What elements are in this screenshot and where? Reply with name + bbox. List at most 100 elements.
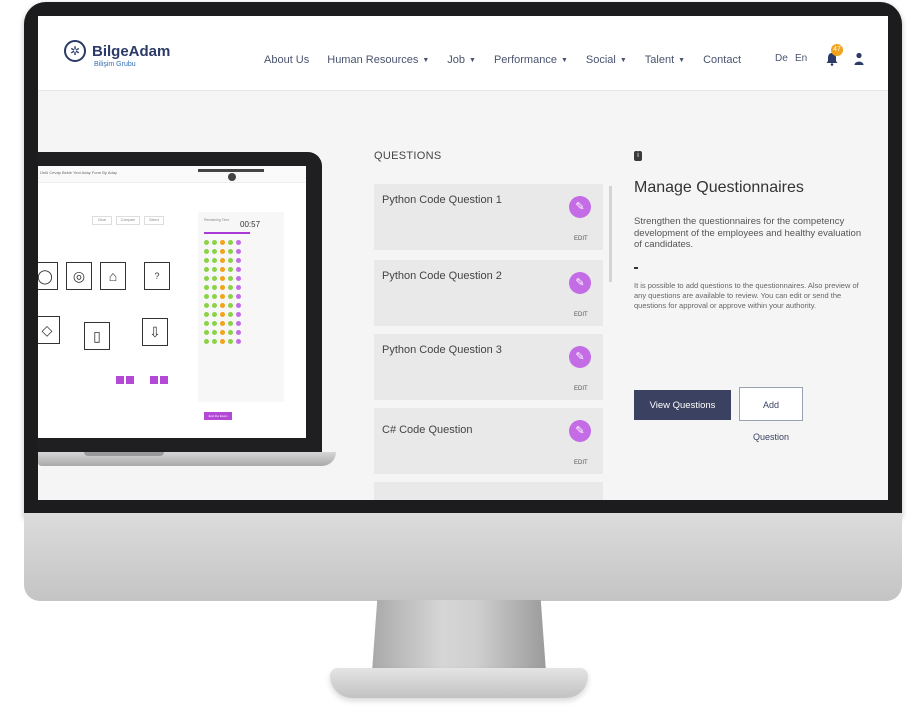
answer-dot[interactable] — [236, 330, 241, 335]
nav-item-talent[interactable]: Talent ▼ — [645, 54, 685, 66]
puzzle-shape[interactable]: ⌂ — [100, 262, 126, 290]
answer-dot[interactable] — [228, 240, 233, 245]
answer-dot[interactable] — [236, 321, 241, 326]
answer-dot[interactable] — [220, 303, 225, 308]
answer-dot[interactable] — [236, 285, 241, 290]
answer-dot[interactable] — [212, 339, 217, 344]
answer-dot[interactable] — [220, 285, 225, 290]
edit-icon[interactable]: ✎ — [569, 420, 591, 442]
lang-en-link[interactable]: En — [795, 53, 807, 64]
answer-dot[interactable] — [212, 321, 217, 326]
puzzle-question-box[interactable]: ? — [144, 262, 170, 290]
answer-dot[interactable] — [220, 276, 225, 281]
answer-dot[interactable] — [236, 240, 241, 245]
question-card[interactable] — [374, 482, 603, 500]
answer-dot[interactable] — [228, 330, 233, 335]
laptop-compare-button[interactable]: Compare — [116, 216, 140, 225]
answer-dot[interactable] — [228, 249, 233, 254]
next-page-button[interactable] — [160, 376, 168, 384]
answer-dot[interactable] — [204, 276, 209, 281]
edit-icon[interactable]: ✎ — [569, 196, 591, 218]
answer-dot[interactable] — [236, 303, 241, 308]
answer-dot[interactable] — [212, 249, 217, 254]
answer-dot[interactable] — [220, 330, 225, 335]
answer-dot[interactable] — [212, 330, 217, 335]
answer-dot[interactable] — [212, 240, 217, 245]
edit-label[interactable]: EDIT — [574, 236, 588, 242]
answer-dot[interactable] — [204, 303, 209, 308]
question-card[interactable]: Python Code Question 2 ✎ EDIT — [374, 260, 603, 326]
puzzle-shape[interactable]: ⇩ — [142, 318, 168, 346]
answer-dot[interactable] — [220, 321, 225, 326]
next-button[interactable] — [150, 376, 158, 384]
answer-dot[interactable] — [228, 339, 233, 344]
question-card[interactable]: Python Code Question 1 ✎ EDIT — [374, 184, 603, 250]
edit-icon[interactable]: ✎ — [569, 346, 591, 368]
answer-dot[interactable] — [204, 258, 209, 263]
answer-dot[interactable] — [236, 267, 241, 272]
answer-dot[interactable] — [204, 330, 209, 335]
add-question-button[interactable]: Add Question — [739, 387, 803, 442]
answer-dot[interactable] — [212, 294, 217, 299]
laptop-clear-button[interactable]: Clear — [92, 216, 112, 225]
answer-dot[interactable] — [228, 321, 233, 326]
answer-dot[interactable] — [236, 339, 241, 344]
answer-dot[interactable] — [228, 285, 233, 290]
answer-dot[interactable] — [212, 312, 217, 317]
answer-dot[interactable] — [220, 249, 225, 254]
end-exam-button[interactable]: End the Exam — [204, 412, 232, 420]
answer-dot[interactable] — [204, 339, 209, 344]
answer-dot[interactable] — [204, 240, 209, 245]
question-card[interactable]: C# Code Question ✎ EDIT — [374, 408, 603, 474]
answer-dot[interactable] — [228, 258, 233, 263]
answer-dot[interactable] — [220, 258, 225, 263]
answer-dot[interactable] — [236, 294, 241, 299]
question-card[interactable]: Python Code Question 3 ✎ EDIT — [374, 334, 603, 400]
view-questions-button[interactable]: View Questions — [634, 390, 731, 420]
prev-page-button[interactable] — [116, 376, 124, 384]
answer-dot[interactable] — [204, 285, 209, 290]
nav-item-human-resources[interactable]: Human Resources ▼ — [327, 54, 429, 66]
answer-dot[interactable] — [212, 267, 217, 272]
nav-item-about-us[interactable]: About Us — [264, 54, 309, 66]
user-icon[interactable] — [854, 52, 864, 66]
edit-label[interactable]: EDIT — [574, 386, 588, 392]
answer-dot[interactable] — [220, 294, 225, 299]
answer-dot[interactable] — [220, 312, 225, 317]
answer-dot[interactable] — [236, 258, 241, 263]
answer-dot[interactable] — [236, 312, 241, 317]
puzzle-shape[interactable]: ◇ — [38, 316, 60, 344]
answer-dot[interactable] — [212, 285, 217, 290]
answer-dot[interactable] — [228, 312, 233, 317]
answer-dot[interactable] — [228, 294, 233, 299]
nav-item-social[interactable]: Social ▼ — [586, 54, 627, 66]
nav-item-job[interactable]: Job ▼ — [447, 54, 476, 66]
answer-dot[interactable] — [220, 339, 225, 344]
answer-dot[interactable] — [212, 258, 217, 263]
answer-dot[interactable] — [228, 303, 233, 308]
answer-dot[interactable] — [204, 312, 209, 317]
edit-icon[interactable]: ✎ — [569, 272, 591, 294]
brand-logo[interactable]: ✲ BilgeAdam — [64, 40, 170, 62]
questions-scrollbar[interactable] — [609, 186, 612, 282]
puzzle-shape[interactable]: ◯ — [38, 262, 58, 290]
answer-dot[interactable] — [204, 249, 209, 254]
answer-dot[interactable] — [220, 240, 225, 245]
answer-dot[interactable] — [228, 276, 233, 281]
edit-label[interactable]: EDIT — [574, 312, 588, 318]
answer-dot[interactable] — [204, 294, 209, 299]
puzzle-shape[interactable]: ▯ — [84, 322, 110, 350]
puzzle-shape[interactable]: ◎ — [66, 262, 92, 290]
answer-dot[interactable] — [228, 267, 233, 272]
answer-dot[interactable] — [236, 249, 241, 254]
lang-de-link[interactable]: De — [775, 53, 788, 64]
answer-dot[interactable] — [204, 321, 209, 326]
answer-dot[interactable] — [236, 276, 241, 281]
nav-item-performance[interactable]: Performance ▼ — [494, 54, 568, 66]
answer-dot[interactable] — [220, 267, 225, 272]
nav-item-contact[interactable]: Contact — [703, 54, 741, 66]
answer-dot[interactable] — [204, 267, 209, 272]
answer-dot[interactable] — [212, 303, 217, 308]
answer-dot[interactable] — [212, 276, 217, 281]
prev-button[interactable] — [126, 376, 134, 384]
